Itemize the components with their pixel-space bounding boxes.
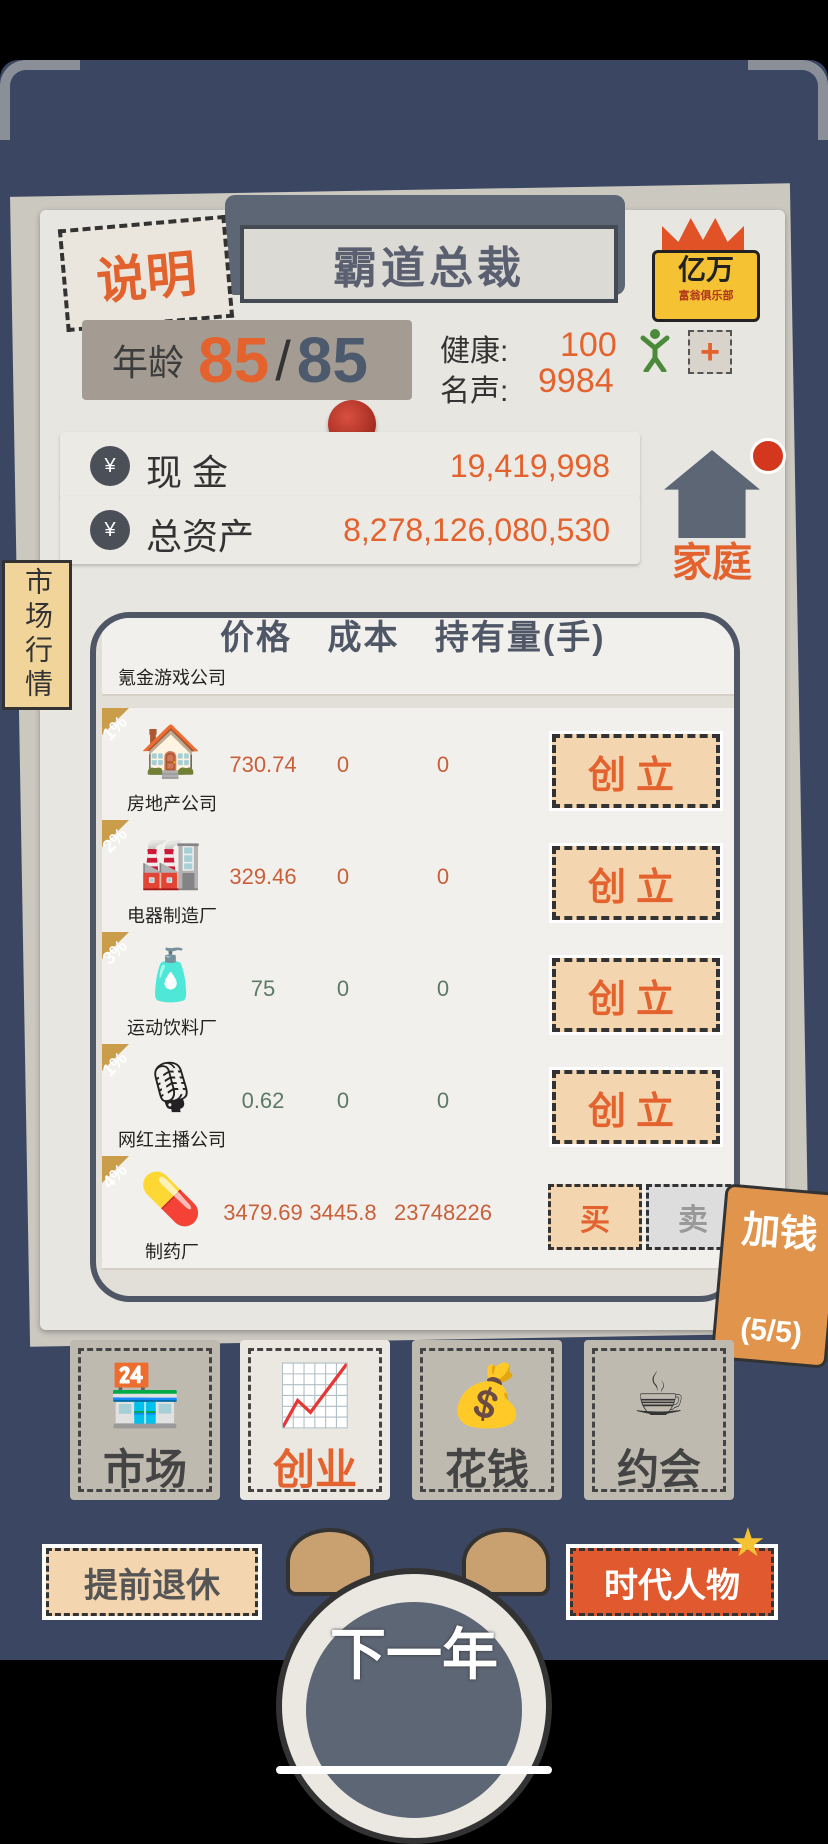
business-name: 运动饮料厂 [127,1018,217,1038]
business-panel: 氪金游戏公司 1% 🏠 房地产公司 730.74 0 0 创立 2% 🏭 电器制造… [90,612,740,1302]
nav-spend-label: 花钱 [444,1446,529,1493]
page-title: 霸道总裁 [240,225,618,303]
person-icon [640,329,670,372]
table-row: 1% 🎙 网红主播公司 0.62 0 0 创立 [98,1044,734,1158]
business-name: 制药厂 [145,1242,199,1262]
age-display: 年龄 85 / 85 [82,320,412,400]
coins-icon: ¥ [90,510,130,550]
quantity-cell: 0 [436,752,450,777]
add-health-button[interactable]: + [688,330,732,374]
notification-dot [750,438,786,474]
create-button[interactable]: 创立 [552,958,720,1032]
health-value: 100 [560,326,617,364]
cost-cell: 3445.8 [309,1200,377,1225]
age-separator: / [275,328,291,392]
business-icon: 🎙 [139,1059,203,1115]
nav-startup[interactable]: 📈 创业 [240,1340,390,1500]
health-label: 健康: [440,335,509,368]
home-indicator[interactable] [276,1766,552,1774]
business-name: 房地产公司 [127,794,217,814]
nav-market-label: 市场 [102,1446,187,1493]
quantity-cell: 0 [436,864,450,889]
frame-corner [748,60,828,140]
age-current: 85 [198,324,270,396]
table-row: 1% 🏠 房地产公司 730.74 0 0 创立 [98,708,734,822]
assets-label: 总资产 [146,516,255,557]
fame-value: 9984 [538,362,614,400]
column-header-cost: 成本 [327,619,400,657]
nav-dating[interactable]: ☕ 约会 [584,1340,734,1500]
next-year-button[interactable]: 下一年 [276,1528,552,1844]
fame-label: 名声: [440,375,509,408]
quantity-cell: 23748226 [394,1200,492,1225]
cost-cell: 0 [336,752,350,777]
table-row: 4% 💊 制药厂 3479.69 3445.8 23748226 买 卖 [98,1156,734,1270]
column-header-price: 价格 [220,619,292,657]
assets-row: ¥ 总资产 8,278,126,080,530 [60,496,640,564]
cash-label: 现 金 [146,452,229,493]
club-title: 亿万 [677,254,734,285]
family-button[interactable]: 家庭 [642,430,786,585]
coffee-icon: ☕ [632,1361,686,1428]
business-icon: 💊 [139,1171,203,1227]
quantity-cell: 0 [436,1088,450,1113]
buy-button[interactable]: 买 [548,1184,642,1250]
next-year-label: 下一年 [330,1623,498,1686]
star-icon: ★ [730,1521,766,1565]
age-max: 85 [296,324,368,396]
quantity-cell: 0 [436,976,450,1001]
business-name: 网红主播公司 [118,1130,226,1150]
market-trends-tab[interactable]: 市场行情 [2,560,72,710]
assets-value: 8,278,126,080,530 [343,512,610,548]
chart-icon: 📈 [277,1362,353,1429]
age-label: 年龄 [112,342,185,383]
cost-cell: 0 [336,976,350,1001]
column-header-quantity: 持有量(手) [434,619,606,657]
spend-icon: 💰 [449,1362,525,1429]
create-button[interactable]: 创立 [552,846,720,920]
table-row: 2% 🏭 电器制造厂 329.46 0 0 创立 [98,820,734,934]
cash-row: ¥ 现 金 19,419,998 [60,432,640,500]
nav-dating-label: 约会 [616,1446,701,1493]
table-header: 价格 成本 持有量(手) [220,610,630,659]
nav-spend[interactable]: 💰 花钱 [412,1340,562,1500]
retire-early-button[interactable]: 提前退休 [46,1548,258,1616]
cost-cell: 0 [336,1088,350,1113]
business-icon: 🏠 [139,723,203,779]
cash-value: 19,419,998 [449,448,610,484]
table-row: 3% 🧴 运动饮料厂 75 0 0 创立 [98,932,734,1046]
business-icon: 🧴 [139,947,203,1003]
nav-market[interactable]: 🏪 市场 [70,1340,220,1500]
business-name: 电器制造厂 [127,906,217,926]
billionaire-club-badge[interactable]: 亿万 富翁俱乐部 [652,218,760,322]
business-name: 氪金游戏公司 [118,668,226,688]
club-subtitle: 富翁俱乐部 [678,290,734,302]
business-icon: 🏭 [139,835,203,891]
shop-icon: 🏪 [107,1362,183,1429]
frame-corner [0,60,80,140]
nav-startup-label: 创业 [272,1446,357,1493]
coin-icon: ¥ [90,446,130,486]
family-label: 家庭 [672,541,752,585]
add-money-label: 加钱 [740,1208,820,1258]
cost-cell: 0 [336,864,350,889]
house-icon [664,450,760,538]
explain-button[interactable]: 说明 [57,214,235,333]
create-button[interactable]: 创立 [552,734,720,808]
create-button[interactable]: 创立 [552,1070,720,1144]
